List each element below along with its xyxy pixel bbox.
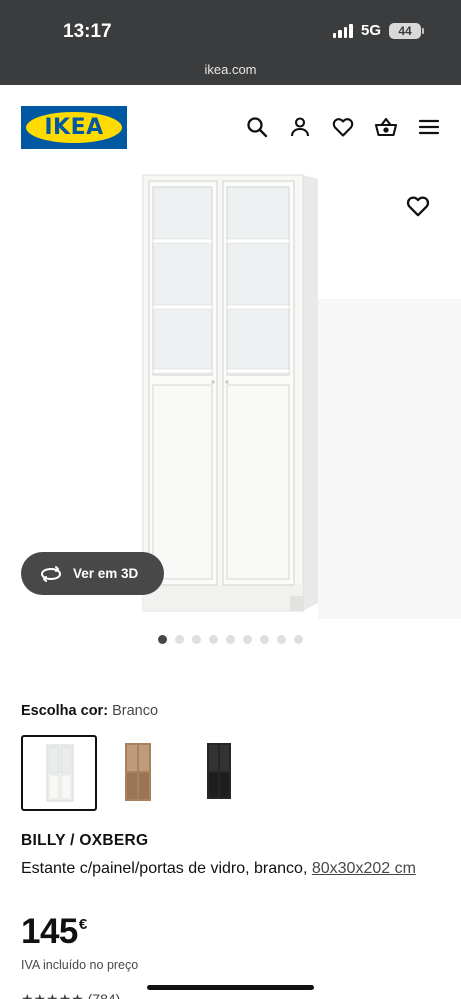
product-description: Estante c/painel/portas de vidro, branco… — [21, 856, 446, 882]
pagination-dot[interactable] — [192, 635, 201, 644]
color-swatches — [21, 735, 255, 811]
pagination-dot[interactable] — [226, 635, 235, 644]
vat-note: IVA incluído no preço — [21, 958, 139, 972]
product-gallery[interactable]: Ver em 3D — [0, 169, 461, 624]
heart-icon[interactable] — [331, 115, 355, 139]
price-currency: € — [78, 916, 87, 933]
pagination-dot[interactable] — [243, 635, 252, 644]
user-icon[interactable] — [288, 115, 312, 139]
network-type: 5G — [360, 22, 381, 39]
pagination-dot[interactable] — [158, 635, 167, 644]
gallery-pagination[interactable] — [0, 635, 461, 644]
home-indicator — [147, 985, 314, 990]
basket-icon[interactable] — [374, 115, 398, 139]
color-swatch-white[interactable] — [21, 735, 97, 811]
pagination-dot[interactable] — [294, 635, 303, 644]
add-to-favourites-icon[interactable] — [405, 193, 431, 219]
price-value: 145 — [21, 912, 78, 951]
color-selected-value: Branco — [112, 703, 159, 719]
signal-icon — [332, 23, 353, 38]
rating-summary[interactable]: ★★★★★ (784) — [21, 991, 120, 999]
pagination-dot[interactable] — [260, 635, 269, 644]
battery-icon: 44 — [389, 22, 424, 39]
product-price: 145€ — [21, 912, 87, 952]
color-swatch-oak[interactable] — [99, 735, 175, 811]
status-bar: 13:17 5G 44 ikea.com — [0, 0, 461, 85]
status-time: 13:17 — [63, 21, 112, 42]
gallery-next-image-peek — [318, 299, 461, 619]
view-in-3d-button[interactable]: Ver em 3D — [21, 552, 164, 595]
pagination-dot[interactable] — [277, 635, 286, 644]
menu-icon[interactable] — [417, 115, 441, 139]
status-indicators: 5G 44 — [332, 22, 424, 39]
site-header: IKEA — [0, 85, 461, 169]
color-swatch-black[interactable] — [177, 735, 253, 811]
address-bar-url[interactable]: ikea.com — [0, 62, 461, 77]
pagination-dot[interactable] — [175, 635, 184, 644]
color-label-title: Escolha cor: — [21, 703, 109, 719]
logo-text: IKEA — [44, 115, 104, 140]
search-icon[interactable] — [245, 115, 269, 139]
product-dimensions-link[interactable]: 80x30x202 cm — [312, 860, 416, 877]
ikea-logo[interactable]: IKEA — [21, 106, 127, 149]
product-name: BILLY / OXBERG — [21, 832, 149, 849]
pagination-dot[interactable] — [209, 635, 218, 644]
view-in-3d-label: Ver em 3D — [73, 566, 139, 581]
product-description-text: Estante c/painel/portas de vidro, branco… — [21, 860, 308, 877]
color-selection-label: Escolha cor: Branco — [21, 703, 158, 719]
rotate-3d-icon — [41, 565, 61, 582]
product-image-bookcase — [142, 174, 318, 612]
